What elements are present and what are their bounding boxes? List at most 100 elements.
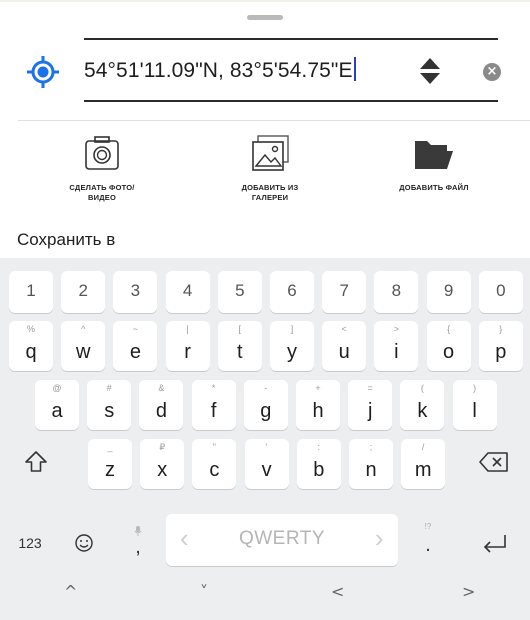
key-j[interactable]: = j: [348, 380, 393, 430]
coordinates-input[interactable]: 54°51'11.09"N, 83°5'54.75"E: [84, 38, 498, 102]
nav-right-button[interactable]: >: [462, 582, 475, 601]
nav-left-button[interactable]: <: [331, 582, 344, 601]
add-file-label: ДОБАВИТЬ ФАЙЛ: [399, 183, 469, 192]
key-alt-symbol: (: [420, 383, 424, 393]
key-z[interactable]: _ z: [88, 439, 132, 489]
key-5[interactable]: 5: [217, 271, 262, 313]
key-b[interactable]: :b: [296, 439, 341, 489]
text-cursor: [353, 57, 356, 81]
key-0[interactable]: 0: [478, 271, 523, 313]
period-key[interactable]: !? .: [406, 518, 450, 568]
key-a[interactable]: @ a: [35, 380, 79, 430]
key-alt-symbol: :: [317, 442, 321, 452]
key-alt-symbol: }: [499, 324, 503, 334]
space-key[interactable]: ‹ QWERTY ›: [166, 514, 398, 566]
key-alt-symbol: <: [341, 324, 347, 334]
symbols-key[interactable]: 123: [8, 518, 52, 568]
chevron-right-icon: ›: [374, 523, 384, 553]
key-y[interactable]: ] y: [270, 321, 314, 371]
key-label: r: [184, 341, 191, 363]
key-6[interactable]: 6: [270, 271, 314, 313]
comma-key-label: ,: [135, 536, 141, 558]
add-file-button[interactable]: ДОБАВИТЬ ФАЙЛ: [364, 133, 504, 193]
take-photo-label: СДЕЛАТЬ ФОТО/ ВИДЕО: [69, 183, 135, 202]
key-s[interactable]: # s: [87, 380, 132, 430]
key-alt-symbol: ]: [290, 324, 294, 334]
shift-icon: [25, 451, 47, 472]
navigation-bar: ^ ˅ < >: [0, 570, 530, 620]
key-7[interactable]: 7: [322, 271, 367, 313]
key-k[interactable]: (k: [400, 380, 445, 430]
key-label: p: [495, 341, 507, 363]
key-o[interactable]: {o: [426, 321, 471, 371]
swap-order-button[interactable]: [419, 56, 441, 86]
key-label: h: [312, 400, 324, 422]
key-2[interactable]: 2: [61, 271, 106, 313]
backspace-key[interactable]: [468, 437, 520, 487]
key-m[interactable]: / m: [401, 439, 446, 489]
key-f[interactable]: * f: [191, 380, 236, 430]
key-r[interactable]: | r: [165, 321, 210, 371]
coordinates-value: 54°51'11.09"N, 83°5'54.75"E: [84, 59, 353, 82]
nav-down-button[interactable]: ˅: [200, 582, 208, 601]
key-alt-symbol: +: [315, 383, 321, 393]
key-i[interactable]: > i: [374, 321, 419, 371]
add-from-gallery-button[interactable]: ДОБАВИТЬ ИЗ ГАЛЕРЕИ: [200, 133, 340, 203]
key-label: a: [51, 400, 63, 422]
key-alt-symbol: ^: [81, 324, 86, 334]
key-l[interactable]: ) l: [452, 380, 497, 430]
key-alt-symbol: =: [367, 383, 373, 393]
key-4[interactable]: 4: [165, 271, 210, 313]
divider: [18, 120, 530, 121]
key-label: d: [155, 400, 167, 422]
key-alt-symbol: ₽: [159, 442, 166, 452]
key-alt-symbol: ;: [369, 442, 373, 452]
key-label: s: [104, 400, 115, 422]
key-alt-symbol: -: [264, 383, 268, 393]
key-1[interactable]: 1: [9, 271, 53, 313]
key-alt-symbol: %: [26, 324, 35, 334]
key-label: u: [338, 341, 350, 363]
key-p[interactable]: } p: [478, 321, 523, 371]
nav-up-button[interactable]: ^: [64, 582, 77, 601]
key-label: n: [365, 459, 377, 481]
symbols-key-label: 123: [18, 535, 42, 551]
backspace-icon: [479, 452, 508, 472]
key-n[interactable]: ; n: [349, 439, 393, 489]
chevron-left-icon: ‹: [180, 523, 190, 553]
key-d[interactable]: & d: [139, 380, 184, 430]
key-8[interactable]: 8: [374, 271, 419, 313]
sheet-drag-handle[interactable]: [247, 15, 283, 20]
period-key-label: .: [425, 534, 431, 556]
key-alt-symbol: *: [211, 383, 216, 393]
gps-crosshair-icon: [27, 56, 59, 88]
take-photo-button[interactable]: СДЕЛАТЬ ФОТО/ ВИДЕО: [32, 133, 172, 203]
key-e[interactable]: ~ e: [113, 321, 158, 371]
up-down-arrows-icon: [420, 58, 440, 84]
key-label: k: [417, 400, 428, 422]
key-g[interactable]: -g: [243, 380, 288, 430]
key-label: z: [105, 459, 115, 481]
current-location-button[interactable]: [26, 55, 60, 89]
key-v[interactable]: ' v: [244, 439, 289, 489]
clear-input-button[interactable]: ×: [483, 63, 501, 81]
key-label: m: [414, 459, 432, 481]
key-c[interactable]: " c: [192, 439, 237, 489]
emoji-key[interactable]: [62, 518, 106, 568]
key-q[interactable]: % q: [9, 321, 53, 371]
key-label: c: [209, 459, 220, 481]
key-w[interactable]: ^ w: [61, 321, 106, 371]
key-u[interactable]: < u: [322, 321, 367, 371]
key-label: o: [443, 341, 455, 363]
key-3[interactable]: 3: [113, 271, 158, 313]
shift-key[interactable]: [14, 437, 58, 487]
key-label: x: [157, 459, 168, 481]
key-x[interactable]: ₽ x: [140, 439, 185, 489]
key-h[interactable]: + h: [296, 380, 340, 430]
enter-key[interactable]: [470, 518, 520, 568]
key-t[interactable]: [t: [217, 321, 262, 371]
comma-key[interactable]: ,: [116, 518, 160, 568]
key-label: w: [75, 341, 91, 363]
emoji-icon: [75, 534, 93, 552]
key-9[interactable]: 9: [426, 271, 471, 313]
